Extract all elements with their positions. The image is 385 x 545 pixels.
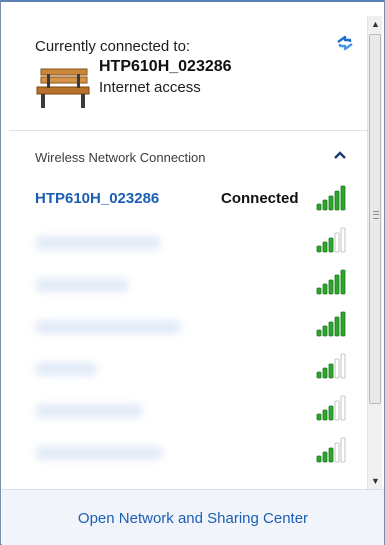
- signal-strength-icon: [316, 437, 346, 463]
- signal-bar-on: [334, 316, 340, 337]
- redacted-network-name: [35, 236, 161, 250]
- network-row[interactable]: HTP610H_023286 Connected: [9, 182, 367, 220]
- signal-bar-on: [322, 409, 328, 421]
- signal-bar-off: [334, 232, 340, 253]
- network-name-link[interactable]: HTP610H_023286: [35, 190, 159, 207]
- signal-bar-off: [334, 442, 340, 463]
- refresh-arrows-icon[interactable]: [335, 34, 355, 52]
- signal-bar-on: [322, 241, 328, 253]
- signal-bar-on: [322, 199, 328, 211]
- redacted-network-name: [35, 446, 163, 460]
- signal-bar-on: [340, 311, 346, 337]
- chevron-up-icon[interactable]: [333, 150, 347, 160]
- signal-bar-on: [316, 287, 322, 295]
- network-row[interactable]: [9, 434, 367, 472]
- signal-bar-on: [328, 321, 334, 337]
- signal-strength-icon: [316, 353, 346, 379]
- signal-bar-on: [328, 405, 334, 421]
- bench-network-icon: [36, 68, 90, 108]
- signal-bar-on: [328, 363, 334, 379]
- network-list-panel: Currently connected to: HTP610H_023286 I…: [9, 12, 367, 489]
- scroll-thumb[interactable]: [369, 34, 381, 404]
- signal-bar-on: [316, 413, 322, 421]
- signal-strength-icon: [316, 269, 346, 295]
- scroll-grip-icon: [373, 211, 379, 219]
- network-row[interactable]: [9, 350, 367, 388]
- signal-bar-on: [340, 269, 346, 295]
- signal-bar-on: [316, 371, 322, 379]
- redacted-network-name: [35, 362, 97, 376]
- network-row[interactable]: [9, 392, 367, 430]
- vertical-scrollbar[interactable]: ▲ ▼: [367, 16, 382, 489]
- signal-bar-on: [328, 279, 334, 295]
- access-status: Internet access: [99, 79, 201, 96]
- connection-status: Connected: [221, 190, 299, 207]
- signal-bar-on: [316, 245, 322, 253]
- signal-bar-on: [322, 367, 328, 379]
- section-divider: [9, 130, 367, 131]
- signal-bar-off: [334, 358, 340, 379]
- wireless-section-header[interactable]: Wireless Network Connection: [9, 140, 367, 170]
- signal-bar-on: [328, 447, 334, 463]
- signal-strength-icon: [316, 185, 346, 211]
- redacted-network-name: [35, 320, 181, 334]
- signal-bar-on: [316, 329, 322, 337]
- network-row[interactable]: [9, 308, 367, 346]
- footer: Open Network and Sharing Center: [2, 489, 384, 545]
- wireless-section-label: Wireless Network Connection: [35, 150, 206, 165]
- signal-bar-on: [334, 274, 340, 295]
- open-network-sharing-center-link[interactable]: Open Network and Sharing Center: [2, 510, 384, 527]
- signal-bar-on: [328, 237, 334, 253]
- signal-strength-icon: [316, 395, 346, 421]
- signal-bar-off: [334, 400, 340, 421]
- signal-bar-on: [322, 283, 328, 295]
- signal-bar-on: [316, 203, 322, 211]
- signal-bar-off: [340, 227, 346, 253]
- signal-bar-on: [334, 190, 340, 211]
- network-row[interactable]: [9, 266, 367, 304]
- signal-bar-on: [322, 451, 328, 463]
- signal-strength-icon: [316, 311, 346, 337]
- signal-bar-on: [328, 195, 334, 211]
- signal-bar-on: [340, 185, 346, 211]
- redacted-network-name: [35, 404, 143, 418]
- connected-network-name: HTP610H_023286: [99, 58, 232, 75]
- signal-bar-off: [340, 395, 346, 421]
- signal-bar-off: [340, 437, 346, 463]
- signal-bar-on: [322, 325, 328, 337]
- network-row[interactable]: [9, 224, 367, 262]
- network-flyout: Currently connected to: HTP610H_023286 I…: [0, 0, 385, 545]
- current-connection-section: Currently connected to: HTP610H_023286 I…: [9, 12, 367, 132]
- signal-bar-off: [340, 353, 346, 379]
- redacted-network-name: [35, 278, 129, 292]
- scroll-up-arrow-icon[interactable]: ▲: [368, 16, 383, 32]
- currently-connected-label: Currently connected to:: [35, 38, 191, 55]
- signal-strength-icon: [316, 227, 346, 253]
- signal-bar-on: [316, 455, 322, 463]
- scroll-down-arrow-icon[interactable]: ▼: [368, 473, 383, 489]
